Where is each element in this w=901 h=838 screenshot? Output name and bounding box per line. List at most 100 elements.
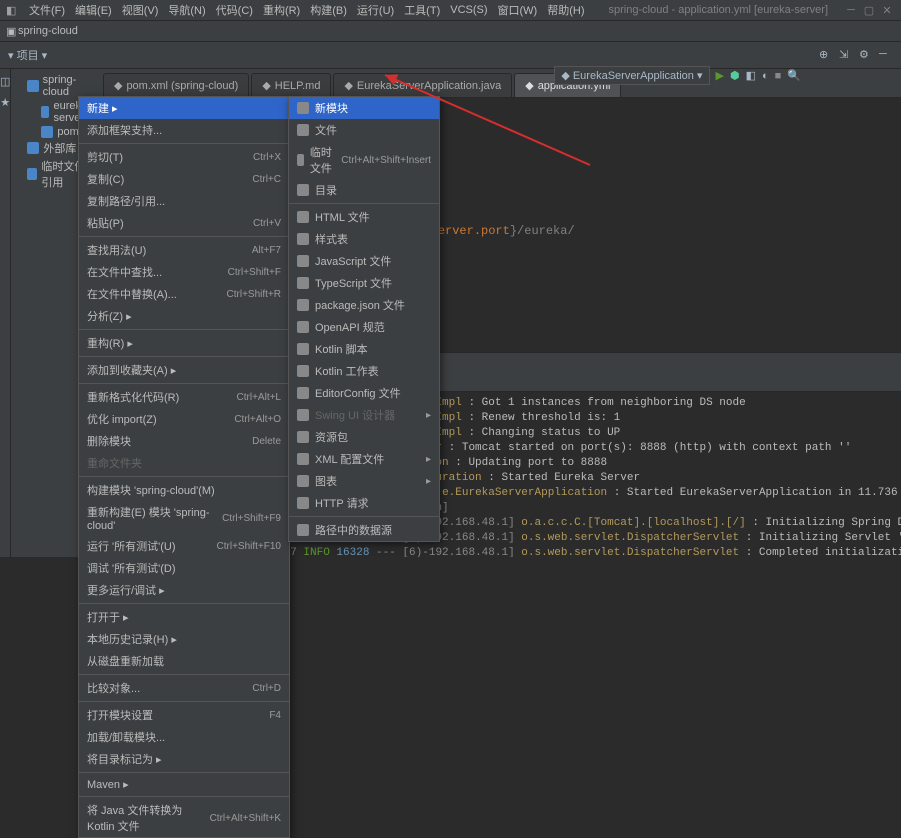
coverage-icon[interactable]: ◧ <box>746 69 756 82</box>
project-dropdown[interactable]: ▾ 项目 ▾ <box>8 47 47 63</box>
menu-item[interactable]: 编辑(E) <box>70 0 117 20</box>
file-type-icon <box>297 102 309 114</box>
submenu-item[interactable]: 目录 <box>289 179 439 201</box>
submenu-item[interactable]: 图表▸ <box>289 470 439 492</box>
menu-item[interactable]: 在文件中查找...Ctrl+Shift+F <box>79 261 289 283</box>
menu-item[interactable]: 复制路径/引用... <box>79 190 289 212</box>
menu-item[interactable]: 运行 '所有测试'(U)Ctrl+Shift+F10 <box>79 535 289 557</box>
left-tool-rail[interactable]: ◫ ★ <box>0 69 11 557</box>
editor-tab[interactable]: ◆EurekaServerApplication.java <box>333 73 512 97</box>
run-config-dropdown[interactable]: ◆ EurekaServerApplication ▾ <box>554 66 709 85</box>
menu-item[interactable]: 加载/卸载模块... <box>79 726 289 748</box>
submenu-item[interactable]: 路径中的数据源 <box>289 519 439 541</box>
file-type-icon <box>297 475 309 487</box>
menu-item[interactable]: 构建模块 'spring-cloud'(M) <box>79 479 289 501</box>
menu-item[interactable]: 粘贴(P)Ctrl+V <box>79 212 289 234</box>
file-type-icon <box>297 154 304 166</box>
file-type-icon <box>297 277 309 289</box>
file-type-icon <box>297 387 309 399</box>
run-icon[interactable]: ▶ <box>716 69 724 82</box>
close-button[interactable]: ✕ <box>879 2 895 18</box>
menu-item[interactable]: 打开模块设置F4 <box>79 704 289 726</box>
folder-icon <box>27 168 37 180</box>
menu-item[interactable]: 窗口(W) <box>493 0 543 20</box>
profile-icon[interactable]: ◐ <box>762 70 769 82</box>
menu-item[interactable]: 打开于 ▸ <box>79 606 289 628</box>
submenu-item[interactable]: JavaScript 文件 <box>289 250 439 272</box>
title-bar: ◧ 文件(F)编辑(E)视图(V)导航(N)代码(C)重构(R)构建(B)运行(… <box>0 0 901 21</box>
menu-item[interactable]: 重构(R) ▸ <box>79 332 289 354</box>
file-type-icon <box>297 409 309 421</box>
menu-item[interactable]: 重新构建(E) 模块 'spring-cloud'Ctrl+Shift+F9 <box>79 501 289 535</box>
main-toolbar: ▾ 项目 ▾ ⊕ ⇲ ⚙ ─ <box>0 42 901 69</box>
submenu-item[interactable]: 资源包 <box>289 426 439 448</box>
settings-icon[interactable]: ⚙ <box>859 48 873 62</box>
minimize-button[interactable]: ─ <box>843 2 859 18</box>
submenu-item[interactable]: 临时文件Ctrl+Alt+Shift+Insert <box>289 141 439 179</box>
menu-item[interactable]: 在文件中替换(A)...Ctrl+Shift+R <box>79 283 289 305</box>
menu-item[interactable]: 调试 '所有测试'(D) <box>79 557 289 579</box>
menu-item[interactable]: 添加框架支持... <box>79 119 289 141</box>
file-icon: ◆ <box>114 79 122 92</box>
submenu-item[interactable]: Kotlin 脚本 <box>289 338 439 360</box>
submenu-item[interactable]: 文件 <box>289 119 439 141</box>
file-type-icon <box>297 211 309 223</box>
hide-icon[interactable]: ─ <box>879 48 893 62</box>
stop2-icon[interactable]: ■ <box>775 70 782 82</box>
project-icon: ▣ <box>6 25 18 37</box>
new-submenu[interactable]: 新模块文件临时文件Ctrl+Alt+Shift+Insert目录 HTML 文件样… <box>288 96 440 542</box>
collapse-icon[interactable]: ⇲ <box>839 48 853 62</box>
menu-item[interactable]: 重新格式化代码(R)Ctrl+Alt+L <box>79 386 289 408</box>
context-menu[interactable]: 新建 ▸添加框架支持... 剪切(T)Ctrl+X复制(C)Ctrl+C复制路径/… <box>78 96 290 838</box>
menu-item[interactable]: 本地历史记录(H) ▸ <box>79 628 289 650</box>
run-config-area[interactable]: ◆ EurekaServerApplication ▾ ▶ ⬢ ◧ ◐ ■ 🔍 <box>554 66 801 85</box>
submenu-item[interactable]: package.json 文件 <box>289 294 439 316</box>
menu-item[interactable]: VCS(S) <box>445 2 492 18</box>
debug-icon[interactable]: ⬢ <box>730 69 740 82</box>
submenu-item[interactable]: 新模块 <box>289 97 439 119</box>
menu-bar[interactable]: 文件(F)编辑(E)视图(V)导航(N)代码(C)重构(R)构建(B)运行(U)… <box>20 0 594 20</box>
menu-item[interactable]: 复制(C)Ctrl+C <box>79 168 289 190</box>
menu-item[interactable]: 添加到收藏夹(A) ▸ <box>79 359 289 381</box>
submenu-item[interactable]: HTTP 请求 <box>289 492 439 514</box>
menu-item[interactable]: 导航(N) <box>163 0 210 20</box>
menu-item[interactable]: 从磁盘重新加载 <box>79 650 289 672</box>
submenu-item[interactable]: OpenAPI 规范 <box>289 316 439 338</box>
menu-item[interactable]: 构建(B) <box>305 0 352 20</box>
search-icon[interactable]: 🔍 <box>787 69 801 82</box>
menu-item[interactable]: 将 Java 文件转换为 Kotlin 文件Ctrl+Alt+Shift+K <box>79 799 289 837</box>
editor-tab[interactable]: ◆pom.xml (spring-cloud) <box>103 73 249 97</box>
submenu-item[interactable]: 样式表 <box>289 228 439 250</box>
submenu-item[interactable]: HTML 文件 <box>289 206 439 228</box>
menu-item[interactable]: 视图(V) <box>117 0 164 20</box>
submenu-item[interactable]: EditorConfig 文件 <box>289 382 439 404</box>
menu-item[interactable]: Maven ▸ <box>79 775 289 794</box>
menu-item[interactable]: 代码(C) <box>211 0 258 20</box>
menu-item[interactable]: 分析(Z) ▸ <box>79 305 289 327</box>
breadcrumb-text[interactable]: spring-cloud <box>18 25 78 37</box>
menu-item[interactable]: 查找用法(U)Alt+F7 <box>79 239 289 261</box>
menu-item[interactable]: 运行(U) <box>352 0 399 20</box>
folder-icon <box>27 80 38 92</box>
menu-item[interactable]: 新建 ▸ <box>79 97 289 119</box>
menu-item[interactable]: 更多运行/调试 ▸ <box>79 579 289 601</box>
target-icon[interactable]: ⊕ <box>819 48 833 62</box>
submenu-item[interactable]: TypeScript 文件 <box>289 272 439 294</box>
menu-item[interactable]: 重构(R) <box>258 0 305 20</box>
menu-item[interactable]: 剪切(T)Ctrl+X <box>79 146 289 168</box>
submenu-item[interactable]: Kotlin 工作表 <box>289 360 439 382</box>
structure-icon[interactable]: ◫ <box>0 75 10 88</box>
menu-item[interactable]: 将目录标记为 ▸ <box>79 748 289 770</box>
submenu-item[interactable]: XML 配置文件▸ <box>289 448 439 470</box>
favorites-icon[interactable]: ★ <box>0 96 10 109</box>
menu-item[interactable]: 工具(T) <box>399 0 445 20</box>
menu-item[interactable]: 删除模块Delete <box>79 430 289 452</box>
submenu-item[interactable]: Swing UI 设计器▸ <box>289 404 439 426</box>
maximize-button[interactable]: ▢ <box>861 2 877 18</box>
menu-item[interactable]: 文件(F) <box>24 0 70 20</box>
editor-tab[interactable]: ◆HELP.md <box>251 73 331 97</box>
menu-item[interactable]: 帮助(H) <box>542 0 589 20</box>
menu-item[interactable]: 比较对象...Ctrl+D <box>79 677 289 699</box>
menu-item[interactable]: 优化 import(Z)Ctrl+Alt+O <box>79 408 289 430</box>
menu-item[interactable]: 重命文件夹 <box>79 452 289 474</box>
